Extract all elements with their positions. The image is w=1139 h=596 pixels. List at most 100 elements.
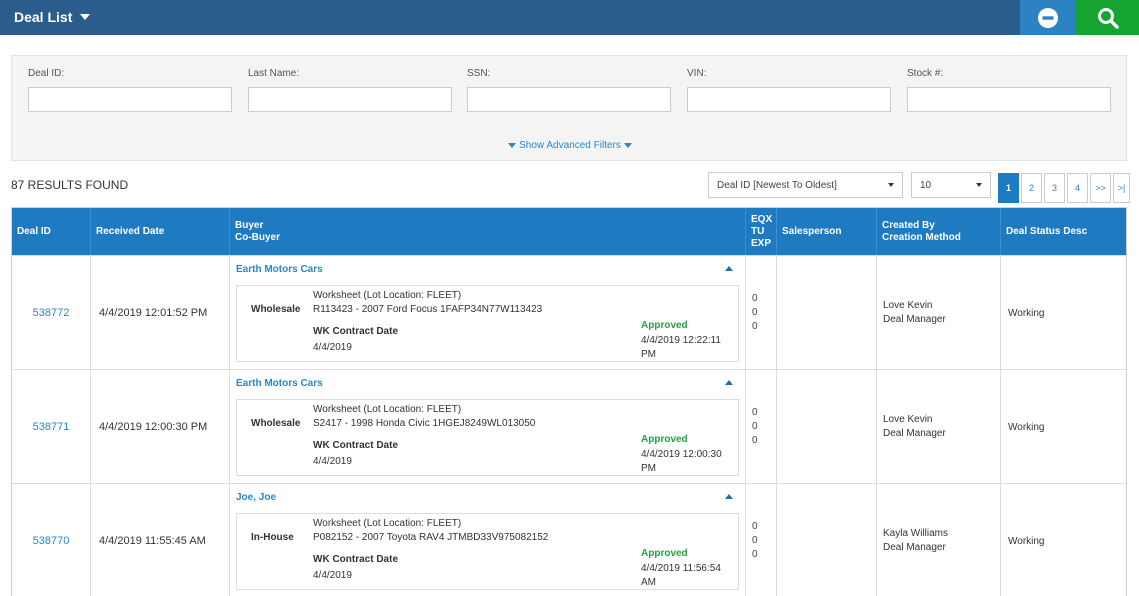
creation-method: Deal Manager <box>883 314 946 325</box>
page-1-button[interactable]: 1 <box>998 173 1019 203</box>
worksheet-title: Worksheet (Lot Location: FLEET) <box>313 404 462 415</box>
created-by-cell: Kayla Williams Deal Manager <box>877 484 1001 596</box>
column-eqx-label: EQX <box>751 213 773 225</box>
vin-input[interactable] <box>687 87 891 112</box>
vin-label: VIN: <box>687 68 707 79</box>
top-bar: Deal List <box>0 0 1139 35</box>
credit-scores: 0 0 0 <box>746 484 777 596</box>
stock-label: Stock #: <box>907 68 944 79</box>
search-icon <box>1097 7 1119 29</box>
table-row: 538770 4/4/2019 11:55:45 AM Joe, Joe Wor… <box>12 483 1126 596</box>
tu-value: 0 <box>752 535 758 546</box>
show-advanced-filters-link[interactable]: Show Advanced Filters <box>12 140 1128 151</box>
column-status[interactable]: Deal Status Desc <box>1001 208 1128 255</box>
collapse-arrow-icon[interactable] <box>725 380 733 385</box>
worksheet-card: Worksheet (Lot Location: FLEET) In-House… <box>236 513 739 590</box>
page-2-button[interactable]: 2 <box>1021 173 1042 203</box>
deal-type: Wholesale <box>251 418 301 429</box>
page-size-value: 10 <box>920 179 932 191</box>
chevron-down-icon <box>80 14 91 20</box>
caret-down-icon <box>508 142 517 148</box>
page-4-button[interactable]: 4 <box>1067 173 1088 203</box>
received-date: 4/4/2019 11:55:45 AM <box>91 484 230 596</box>
column-salesperson[interactable]: Salesperson <box>777 208 877 255</box>
approved-date: 4/4/2019 12:00:30 PM <box>641 449 722 474</box>
sort-select[interactable]: Deal ID [Newest To Oldest] <box>708 172 903 198</box>
column-exp-label: EXP <box>751 237 772 249</box>
table-row: 538771 4/4/2019 12:00:30 PM Earth Motors… <box>12 369 1126 484</box>
received-date: 4/4/2019 12:01:52 PM <box>91 256 230 370</box>
ssn-label: SSN: <box>467 68 491 79</box>
minus-circle-icon <box>1038 7 1058 28</box>
select-arrow-icon <box>976 183 982 187</box>
wk-contract-label: WK Contract Date <box>313 554 399 565</box>
column-status-label: Deal Status Desc <box>1006 225 1088 237</box>
deal-id-link[interactable]: 538770 <box>12 484 91 596</box>
deal-id-link[interactable]: 538771 <box>12 370 91 484</box>
created-by-name: Love Kevin <box>883 414 933 425</box>
approved-date: 4/4/2019 12:22:11 PM <box>641 335 721 360</box>
column-created-by[interactable]: Created By Creation Method <box>877 208 1001 255</box>
exp-value: 0 <box>752 435 758 446</box>
table-header: Deal ID Received Date Buyer Co-Buyer EQX T… <box>12 208 1126 255</box>
wk-contract-label: WK Contract Date <box>313 440 399 451</box>
wk-contract-date: 4/4/2019 <box>313 456 352 467</box>
worksheet-title: Worksheet (Lot Location: FLEET) <box>313 518 462 529</box>
deal-status: Working <box>1008 535 1045 547</box>
column-received-date[interactable]: Received Date <box>91 208 230 255</box>
buyer-cell: Joe, Joe Worksheet (Lot Location: FLEET)… <box>230 484 746 596</box>
creation-method: Deal Manager <box>883 428 946 439</box>
column-buyer[interactable]: Buyer Co-Buyer <box>230 208 746 255</box>
search-button[interactable] <box>1076 0 1139 35</box>
page-size-select[interactable]: 10 <box>911 172 991 198</box>
column-deal-id-label: Deal ID <box>17 225 51 237</box>
column-cobuyer-label: Co-Buyer <box>235 231 281 243</box>
exp-value: 0 <box>752 321 758 332</box>
column-credit[interactable]: EQX TU EXP <box>746 208 777 255</box>
last-name-input[interactable] <box>248 87 452 112</box>
tu-value: 0 <box>752 307 758 318</box>
column-buyer-label: Buyer <box>235 219 264 231</box>
creation-method: Deal Manager <box>883 542 946 553</box>
page-3-button[interactable]: 3 <box>1044 173 1065 203</box>
deal-id-link[interactable]: 538772 <box>12 256 91 370</box>
buyer-link[interactable]: Earth Motors Cars <box>236 264 323 275</box>
collapse-arrow-icon[interactable] <box>725 494 733 499</box>
deal-table: Deal ID Received Date Buyer Co-Buyer EQX T… <box>11 207 1127 596</box>
column-creation-method-label: Creation Method <box>882 231 961 243</box>
deal-status: Working <box>1008 421 1045 433</box>
ssn-input[interactable] <box>467 87 671 112</box>
approved-date: 4/4/2019 11:56:54 AM <box>641 563 721 588</box>
wk-contract-date: 4/4/2019 <box>313 570 352 581</box>
buyer-link[interactable]: Joe, Joe <box>236 492 276 503</box>
next-pages-button[interactable]: >> <box>1090 173 1111 203</box>
deal-list-menu[interactable]: Deal List <box>14 9 91 25</box>
last-page-button[interactable]: >| <box>1113 173 1130 203</box>
page-title: Deal List <box>14 9 73 25</box>
stock-filter: Stock #: <box>907 68 1111 112</box>
stock-input[interactable] <box>907 87 1111 112</box>
deal-id-input[interactable] <box>28 87 232 112</box>
created-by-name: Love Kevin <box>883 300 933 311</box>
ssn-filter: SSN: <box>467 68 671 112</box>
worksheet-card: Worksheet (Lot Location: FLEET) Wholesal… <box>236 285 739 362</box>
vehicle-info: R113423 - 2007 Ford Focus 1FAFP34N77W113… <box>313 304 543 315</box>
created-by-name: Kayla Williams <box>883 528 949 539</box>
received-date: 4/4/2019 12:00:30 PM <box>91 370 230 484</box>
collapse-arrow-icon[interactable] <box>725 266 733 271</box>
created-by-cell: Love Kevin Deal Manager <box>877 370 1001 484</box>
column-tu-label: TU <box>751 225 765 237</box>
vehicle-info: S2417 - 1998 Honda Civic 1HGEJ8249WL0130… <box>313 418 536 429</box>
worksheet-title: Worksheet (Lot Location: FLEET) <box>313 290 462 301</box>
salesperson-cell <box>777 370 877 484</box>
column-deal-id[interactable]: Deal ID <box>12 208 91 255</box>
exp-value: 0 <box>752 549 758 560</box>
buyer-cell: Earth Motors Cars Worksheet (Lot Locatio… <box>230 370 746 484</box>
collapse-filters-button[interactable] <box>1020 0 1076 35</box>
approved-status: Approved <box>641 434 688 445</box>
last-name-filter: Last Name: <box>248 68 452 112</box>
vin-filter: VIN: <box>687 68 891 112</box>
buyer-link[interactable]: Earth Motors Cars <box>236 378 323 389</box>
worksheet-card: Worksheet (Lot Location: FLEET) Wholesal… <box>236 399 739 476</box>
sort-select-value: Deal ID [Newest To Oldest] <box>717 179 837 191</box>
